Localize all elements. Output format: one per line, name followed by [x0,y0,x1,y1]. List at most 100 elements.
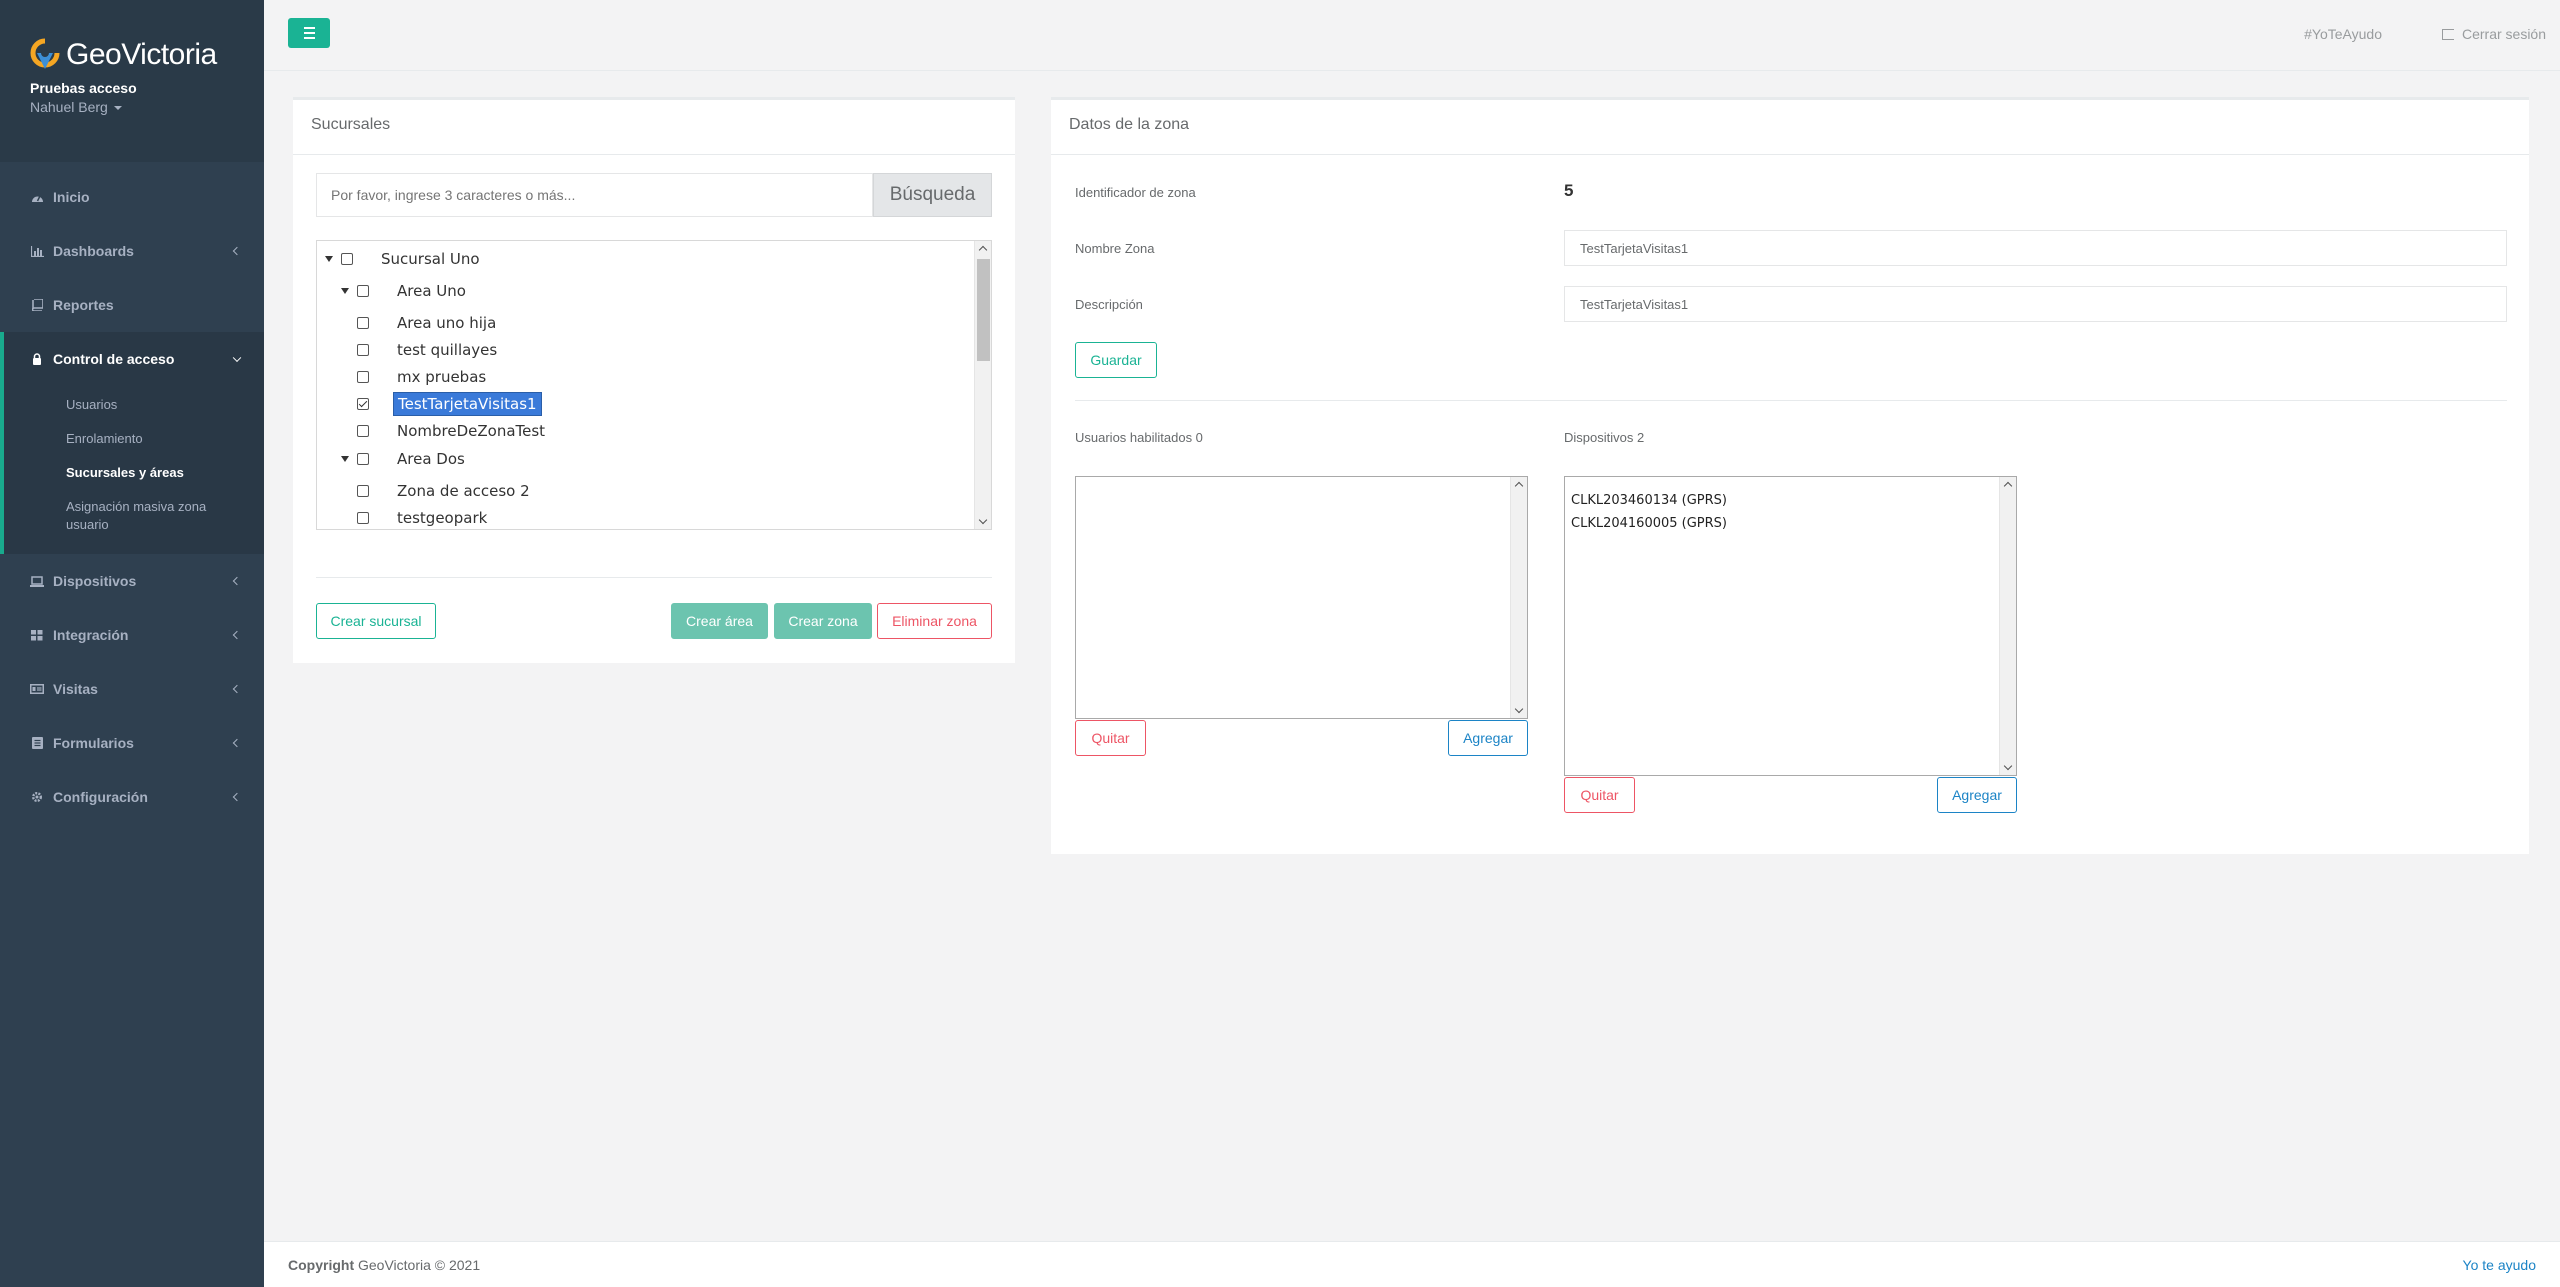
users-list-scrollbar[interactable] [1510,477,1527,718]
zone-id-label: Identificador de zona [1075,185,1196,200]
tree-node-zone[interactable]: Zona de acceso 2 [357,479,534,503]
scrollbar-thumb[interactable] [977,259,990,361]
sidebar-subitem-usuarios[interactable]: Usuarios [4,386,264,422]
sidebar-item-dashboards[interactable]: Dashboards [0,224,264,278]
remove-user-button[interactable]: Quitar [1075,720,1146,756]
footer-help-link[interactable]: Yo te ayudo [2463,1257,2536,1273]
branches-panel-title: Sucursales [293,100,1015,155]
tree-node-zone[interactable]: Area uno hija [357,311,500,335]
tree-node-area-uno[interactable]: Area Uno [341,279,470,303]
hamburger-icon [303,27,315,29]
tree-node-zone-selected[interactable]: TestTarjetaVisitas1 [357,392,542,416]
sidebar-subitem-sucursales[interactable]: Sucursales y áreas [4,456,264,490]
zone-description-input[interactable]: TestTarjetaVisitas1 [1564,286,2507,322]
chevron-down-icon [232,353,242,363]
devices-list-scrollbar[interactable] [1999,477,2016,775]
scroll-up-arrow-icon[interactable] [2003,481,2013,491]
tree-node-label[interactable]: testgeopark [393,507,491,529]
devices-list[interactable]: CLKL203460134 (GPRS) CLKL204160005 (GPRS… [1564,476,2017,776]
sidebar-item-integracion[interactable]: Integración [0,608,264,662]
tree-node-area-dos[interactable]: Area Dos [341,447,469,471]
caret-down-icon [113,106,122,111]
scroll-down-arrow-icon[interactable] [1514,704,1524,714]
add-user-button[interactable]: Agregar [1448,720,1528,756]
branch-search-input[interactable] [316,173,873,217]
enabled-users-list[interactable] [1075,476,1528,719]
chevron-left-icon [232,684,242,694]
zone-name-label: Nombre Zona [1075,241,1155,256]
tree-node-label[interactable]: Area uno hija [393,312,500,334]
topbar: #YoTeAyudo Cerrar sesión [264,0,2560,71]
sidebar-item-inicio[interactable]: Inicio [0,170,264,224]
zone-panel-title: Datos de la zona [1051,100,2529,155]
search-button[interactable]: Búsqueda [873,173,992,217]
sidebar-item-configuracion[interactable]: Configuración [0,770,264,824]
help-link[interactable]: #YoTeAyudo [2304,26,2382,42]
laptop-icon [30,574,44,588]
tree-node-zone[interactable]: mx pruebas [357,365,490,389]
tree-checkbox[interactable] [357,512,369,524]
tree-checkbox[interactable] [357,485,369,497]
tree-node-label[interactable]: Sucursal Uno [377,248,484,270]
tree-checkbox[interactable] [357,453,369,465]
tree-node-label[interactable]: NombreDeZonaTest [393,420,549,442]
tree-checkbox[interactable] [357,344,369,356]
device-option[interactable]: CLKL204160005 (GPRS) [1565,512,2016,535]
sidebar-item-dispositivos[interactable]: Dispositivos [0,554,264,608]
tree-checkbox[interactable] [357,285,369,297]
scroll-up-arrow-icon[interactable] [1514,481,1524,491]
sidebar-subitem-asignacion-masiva[interactable]: Asignación masiva zona usuario [4,490,264,542]
sidebar-item-reportes[interactable]: Reportes [0,278,264,332]
tree-checkbox[interactable] [357,425,369,437]
sidebar-item-label: Configuración [53,789,148,805]
tree-scrollbar[interactable] [974,241,991,529]
zone-panel: Datos de la zona Identificador de zona 5… [1051,97,2529,854]
logout-link[interactable]: Cerrar sesión [2441,26,2546,42]
scroll-down-arrow-icon[interactable] [2003,761,2013,771]
bar-chart-icon [30,244,44,258]
sidebar-item-visitas[interactable]: Visitas [0,662,264,716]
sidebar-item-label: Formularios [53,735,134,751]
scroll-down-arrow-icon[interactable] [978,515,988,525]
sidebar-item-control-de-acceso[interactable]: Control de acceso [0,332,264,386]
create-area-button[interactable]: Crear área [671,603,768,639]
tree-checkbox[interactable] [341,253,353,265]
sidebar-item-formularios[interactable]: Formularios [0,716,264,770]
tree-node-label[interactable]: mx pruebas [393,366,490,388]
create-zone-button[interactable]: Crear zona [774,603,872,639]
tree-node-label[interactable]: TestTarjetaVisitas1 [393,392,542,416]
expand-toggle-icon[interactable] [341,456,349,462]
zone-name-input[interactable]: TestTarjetaVisitas1 [1564,230,2507,266]
copyright-company: GeoVictoria © 2021 [358,1257,481,1273]
tree-node-zone[interactable]: NombreDeZonaTest [357,419,549,443]
scroll-up-arrow-icon[interactable] [978,245,988,255]
tree-node-zone[interactable]: testgeopark [357,506,491,529]
create-branch-button[interactable]: Crear sucursal [316,603,436,639]
add-device-button[interactable]: Agregar [1937,777,2017,813]
tree-node-label[interactable]: Area Dos [393,448,469,470]
gauge-icon [30,190,44,204]
device-option[interactable]: CLKL203460134 (GPRS) [1565,489,2016,512]
user-menu[interactable]: Nahuel Berg [30,99,264,115]
expand-toggle-icon[interactable] [325,256,333,262]
book-icon [30,298,44,312]
sidebar-subitem-enrolamiento[interactable]: Enrolamiento [4,422,264,456]
delete-zone-button[interactable]: Eliminar zona [877,603,992,639]
sidebar-item-label: Reportes [53,297,114,313]
tree-node-zone[interactable]: test quillayes [357,338,501,362]
zone-name-value: TestTarjetaVisitas1 [1580,240,1689,256]
tree-node-label[interactable]: Zona de acceso 2 [393,480,534,502]
tree-checkbox[interactable] [357,371,369,383]
tree-node-label[interactable]: test quillayes [393,339,501,361]
tree-checkbox-checked[interactable] [357,398,369,410]
expand-toggle-icon[interactable] [341,288,349,294]
branches-panel: Sucursales Búsqueda Sucursal Uno Area Un… [293,97,1015,663]
tree-checkbox[interactable] [357,317,369,329]
menu-toggle-button[interactable] [288,18,330,48]
remove-device-button[interactable]: Quitar [1564,777,1635,813]
tree-node-sucursal-uno[interactable]: Sucursal Uno [325,247,484,271]
tree-node-label[interactable]: Area Uno [393,280,470,302]
sign-out-icon [2441,29,2454,40]
id-card-icon [30,682,44,696]
save-button[interactable]: Guardar [1075,342,1157,378]
